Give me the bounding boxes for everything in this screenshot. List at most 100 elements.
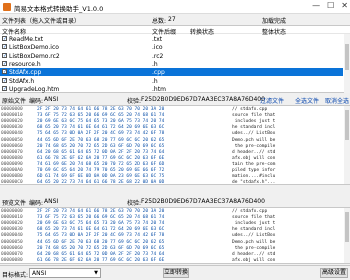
hex-line: 00000050 44 65 6D 6F 2E 70 63 68 20 77 69… [0,138,343,144]
hex-bytes: 44 65 6D 6F 2E 70 63 68 20 77 69 6C 6C 2… [37,239,165,245]
hex-ascii: afx.obj will con [232,257,276,263]
hex-offset: 00000050 [1,239,23,245]
target-format-select[interactable]: ANSI ▼ [29,268,101,278]
original-hex-view[interactable]: 000000C0 64 65 20 22 73 74 64 61 66 78 2E… [0,105,350,185]
file-row[interactable]: ✓ UpgradeLog.htm .htm [0,85,343,93]
file-row[interactable]: ✓ ReadMe.txt .txt [0,35,343,43]
hex-bytes: 20 69 6E 63 6C 75 64 65 73 20 6A 75 73 7… [37,221,165,227]
file-checkbox[interactable]: ✓ [2,44,7,50]
hex-offset: 00000060 [1,245,23,251]
hex-line: 000000B0 6D 61 74 69 6F 6E 0D 0A 0D 0A 23… [0,174,343,180]
preview-hash-label: 校验: [127,200,142,207]
original-encoding-label: 编码: [29,98,44,105]
preview-file-label: 预览文件 [2,200,27,207]
hex-ascii: mation....#inclu [232,174,276,180]
file-name: ListBoxDemo.rc2 [9,52,60,60]
file-row[interactable]: ✓ resource.h .h [0,60,343,68]
hex-ascii: // stdafx.cpp [232,209,268,214]
scrollbar-thumb[interactable] [345,212,349,242]
file-name: StdAfx.cpp [9,69,42,77]
maximize-button[interactable]: ☐ [327,1,334,10]
load-status: 加载完成 [262,18,287,25]
hex-bytes: 20 74 68 65 20 70 72 65 2D 63 6F 6D 70 6… [37,245,165,251]
deselect-all-link[interactable]: 取消全选 [325,96,349,105]
hex-bytes: 75 64 65 73 0D 0A 2F 2F 20 4C 69 73 74 4… [37,233,165,239]
hex-line: 00000020 20 69 6E 63 6C 75 64 65 73 20 6A… [0,221,343,227]
hex-offset: 000000B0 [1,174,23,180]
file-checkbox[interactable]: ✓ [2,52,7,58]
file-ext: .htm [152,85,166,93]
hex-ascii: tain the pre-com [232,161,276,167]
hex-ascii: includes just t [232,221,276,227]
hex-bytes: 61 66 78 2E 6F 62 6A 20 77 69 6C 6C 20 6… [37,257,165,263]
hex-ascii: source file that [232,215,276,221]
hex-line: 00000060 20 74 68 65 20 70 72 65 2D 63 6F… [0,144,343,150]
file-name: StdAfx.h [9,77,35,85]
original-encoding-value: ANSI [44,96,59,103]
hex-offset: 00000080 [1,257,23,263]
hex-offset: 00000020 [1,221,23,227]
minimize-button[interactable]: — [312,1,320,10]
hex-line: 00000010 73 6F 75 72 63 65 20 66 69 6C 65… [0,113,343,119]
preview-hex-view[interactable]: 00000080 61 66 78 2E 6F 62 6A 20 77 69 6C… [0,207,350,264]
hex-offset: 00000040 [1,131,23,137]
hex-line: 00000040 75 64 65 73 0D 0A 2F 2F 20 4C 69… [0,233,343,239]
file-row[interactable]: ✓ ListBoxDemo.ico .ico [0,43,343,51]
close-button[interactable]: ✕ [341,1,348,10]
filter-files-link[interactable]: 过滤文件 [260,96,284,105]
hex-bytes: 75 64 65 73 0D 0A 2F 2F 20 4C 69 73 74 4… [37,131,165,137]
original-file-label: 原始文件 [2,98,27,105]
file-row[interactable]: ✓ ListBoxDemo.rc2 .rc2 [0,52,343,60]
file-list-scrollbar[interactable] [344,34,350,93]
hex-bytes: 20 74 68 65 20 70 72 65 2D 63 6F 6D 70 6… [37,143,165,149]
title-bar: 简易文本格式转换助手_V1.0.0 — ☐ ✕ [0,0,350,14]
hex-line: 00000050 44 65 6D 6F 2E 70 63 68 20 77 69… [0,240,343,246]
window-title: 简易文本格式转换助手_V1.0.0 [14,5,104,13]
select-all-link[interactable]: 全选文件 [295,96,319,105]
hex-offset: 00000000 [1,209,23,214]
hex-ascii: afx.obj will con [232,155,276,161]
hex-offset: 00000010 [1,113,23,119]
hex-ascii: udes..// ListBox [232,233,276,239]
bottom-toolbar: 目标格式: ANSI ▼ 立即转换 高级设置 [0,265,350,280]
hex-line: 00000080 61 66 78 2E 6F 62 6A 20 77 69 6C… [0,257,343,263]
hex-bytes: 64 20 68 65 61 64 65 72 0D 0A 2F 2F 20 7… [37,149,165,155]
file-ext: .rc2 [152,52,164,60]
original-hex-scrollbar[interactable] [344,106,350,184]
hex-bytes: 2F 2F 20 73 74 64 61 66 78 2E 63 70 70 2… [37,209,165,214]
file-checkbox[interactable]: ✓ [2,69,7,75]
target-format-value: ANSI [32,270,47,277]
file-checkbox[interactable]: ✓ [2,60,7,66]
file-ext: .ico [152,44,163,52]
hex-bytes: 6D 61 74 69 6F 6E 0D 0A 0D 0A 23 69 6E 6… [37,174,165,180]
hex-ascii: he standard incl [232,125,276,131]
file-row[interactable]: ✓ StdAfx.cpp .cpp [0,68,343,77]
convert-button[interactable]: 立即转换 [163,268,189,278]
file-checkbox[interactable]: ✓ [2,36,7,42]
hex-ascii: // stdafx.cpp [232,107,268,112]
hex-line: 00000080 61 66 78 2E 6F 62 6A 20 77 69 6C… [0,156,343,162]
advanced-settings-button[interactable]: 高级设置 [320,268,348,278]
preview-hex-scrollbar[interactable] [344,208,350,263]
file-row[interactable]: ✓ StdAfx.h .h [0,77,343,85]
file-checkbox[interactable]: ✓ [2,85,7,91]
file-list[interactable]: 文件名称 文件后缀 转换状态 整体状态 ✓ ReadMe.txt .txt ✓ List… [0,25,350,93]
chevron-down-icon: ▼ [94,270,98,276]
hex-line: 00000060 20 74 68 65 20 70 72 65 2D 63 6F… [0,246,343,252]
hex-bytes: 73 6F 75 72 63 65 20 66 69 6C 65 20 74 6… [37,215,165,221]
file-checkbox[interactable]: ✓ [2,77,7,83]
hex-ascii: the pre-compile [232,245,276,251]
pane-splitter[interactable] [0,187,350,192]
hex-ascii: de "stdafx.h"... [232,180,276,185]
hex-ascii: the pre-compile [232,143,276,149]
file-ext: .h [152,60,158,68]
scrollbar-thumb[interactable] [345,44,349,70]
hex-offset: 000000A0 [1,168,23,173]
total-label: 总数: [152,18,167,25]
file-list-header: 文件列表（拖入文件或目录） 总数: 27 加载完成 [0,15,350,25]
target-format-label: 目标格式: [2,272,29,279]
file-name: resource.h [9,60,41,68]
scrollbar-thumb[interactable] [345,110,349,140]
file-ext: .h [152,77,158,85]
hex-offset: 00000000 [1,107,23,112]
